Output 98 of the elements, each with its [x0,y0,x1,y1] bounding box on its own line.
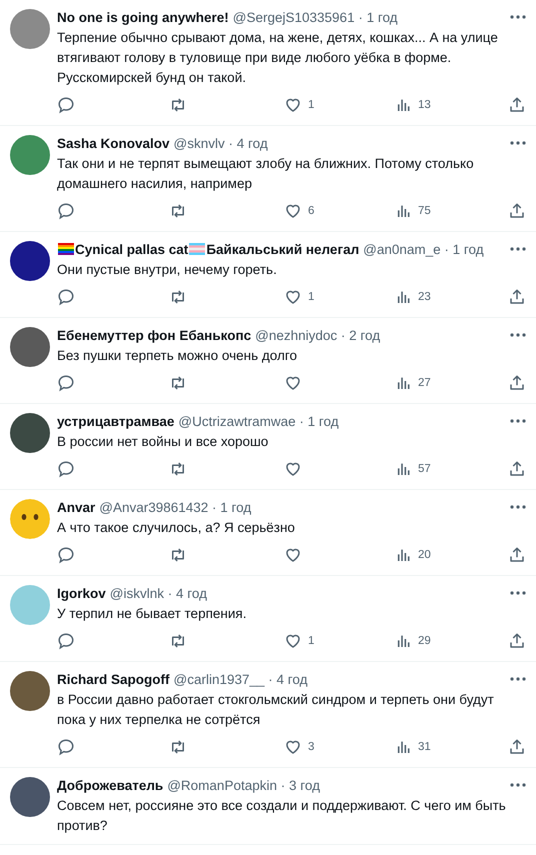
more-icon[interactable] [510,783,526,787]
heart-icon[interactable] [284,460,302,478]
share-icon[interactable] [508,288,526,306]
bar-chart-icon[interactable] [396,375,412,391]
handle-and-time: @SergejS10335961 · 1 год [232,10,398,24]
reply-icon[interactable] [57,96,75,114]
avatar-photo-placeholder[interactable] [10,413,50,453]
view-count: 20 [418,549,431,561]
view-count: 31 [418,741,431,753]
reply-text: в России давно работает стокгольмский синдром и терпеть они будут пока у них терпелка не сотрётся [57,691,495,729]
bar-chart-icon[interactable] [396,461,412,477]
bar-chart-icon[interactable] [396,97,412,113]
repost-icon[interactable] [169,374,187,392]
reply-text: Совсем нет, россияне это все создали и поддерживают. С чего им быть против? [57,797,507,835]
share-icon[interactable] [508,546,526,564]
heart-icon[interactable] [284,738,302,756]
heart-icon[interactable] [284,546,302,564]
heart-icon[interactable] [284,632,302,650]
handle-and-time: @nezhniydoc · 2 год [255,328,380,342]
reply-icon[interactable] [57,202,75,220]
share-icon[interactable] [508,738,526,756]
view-count: 29 [418,635,431,647]
user-name[interactable]: устрицавтрамвае [57,414,174,428]
avatar-photo-placeholder[interactable] [10,241,50,281]
repost-icon[interactable] [169,460,187,478]
more-icon[interactable] [510,247,526,251]
repost-icon[interactable] [169,288,187,306]
reply-icon[interactable] [57,460,75,478]
handle-and-time: @iskvlnk · 4 год [110,586,207,600]
like-count: 6 [308,205,314,217]
user-name[interactable]: Доброжеватель [57,778,164,792]
like-count: 1 [308,291,314,303]
bar-chart-icon[interactable] [396,633,412,649]
more-icon[interactable] [510,141,526,145]
reply-icon[interactable] [57,632,75,650]
share-icon[interactable] [508,202,526,220]
view-count: 75 [418,205,431,217]
share-icon[interactable] [508,96,526,114]
avatar-photo-placeholder[interactable] [10,327,50,367]
handle-and-time: @sknvlv · 4 год [174,136,268,150]
repost-icon[interactable] [169,738,187,756]
view-count: 57 [418,463,431,475]
avatar-photo-placeholder[interactable] [10,671,50,711]
repost-icon[interactable] [169,632,187,650]
view-count: 13 [418,99,431,111]
repost-icon[interactable] [169,546,187,564]
user-name[interactable]: Cynical pallas cat [75,242,188,256]
bar-chart-icon[interactable] [396,203,412,219]
reply-icon[interactable] [57,288,75,306]
more-icon[interactable] [510,15,526,19]
like-count: 1 [308,635,314,647]
reply-text: Без пушки терпеть можно очень долго [57,347,298,365]
reply-text: А что такое случилось, а? Я серьёзно [57,519,296,537]
user-name[interactable]: Ебенемуттер фон Ебанькопс [57,328,252,342]
more-icon[interactable] [510,677,526,681]
user-name[interactable]: Sasha Konovalov [57,136,170,150]
handle-and-time: @RomanPotapkin · 3 год [167,778,320,792]
share-icon[interactable] [508,460,526,478]
user-name[interactable]: Igorkov [57,586,106,600]
emoji-face-icon[interactable] [10,499,50,539]
share-icon[interactable] [508,374,526,392]
more-icon[interactable] [510,505,526,509]
repost-icon[interactable] [169,96,187,114]
handle-and-time: @carlin1937__ · 4 год [174,672,308,686]
heart-icon[interactable] [284,374,302,392]
heart-icon[interactable] [284,288,302,306]
reply-text: Терпение обычно срывают дома, на жене, детях, кошках... А на улице втягивают голову в туловище при виде любого уёбка в форме. Русскомирскей бунд он такой. [57,29,499,87]
handle-and-time: @Anvar39861432 · 1 год [99,500,252,514]
handle-and-time: @an0nam_e · 1 год [363,242,484,256]
like-count: 3 [308,741,314,753]
view-count: 27 [418,377,431,389]
rainbow-flag-icon [58,243,74,255]
heart-icon[interactable] [284,96,302,114]
user-name[interactable]: Anvar [57,500,96,514]
more-icon[interactable] [510,419,526,423]
reply-text: В россии нет войны и все хорошо [57,433,270,451]
user-name[interactable]: Richard Sapogoff [57,672,170,686]
view-count: 23 [418,291,431,303]
share-icon[interactable] [508,632,526,650]
reply-text: Так они и не терпят вымещают злобу на ближних. Потому столько домашнего насилия, например [57,155,475,193]
reply-icon[interactable] [57,546,75,564]
avatar-photo-placeholder[interactable] [10,777,50,817]
more-icon[interactable] [510,333,526,337]
bar-chart-icon[interactable] [396,289,412,305]
striped-flag-icon [189,243,206,255]
user-name[interactable]: Байкальський нелегал [206,242,360,256]
user-name[interactable]: No one is going anywhere! [57,10,229,24]
heart-icon[interactable] [284,202,302,220]
like-count: 1 [308,99,314,111]
reply-text: У терпил не бывает терпения. [57,605,248,623]
reply-text: Они пустые внутри, нечему гореть. [57,261,278,279]
bar-chart-icon[interactable] [396,739,412,755]
reply-icon[interactable] [57,738,75,756]
handle-and-time: @Uctrizawtramwae · 1 год [178,414,339,428]
bar-chart-icon[interactable] [396,547,412,563]
reply-icon[interactable] [57,374,75,392]
more-icon[interactable] [510,591,526,595]
repost-icon[interactable] [169,202,187,220]
